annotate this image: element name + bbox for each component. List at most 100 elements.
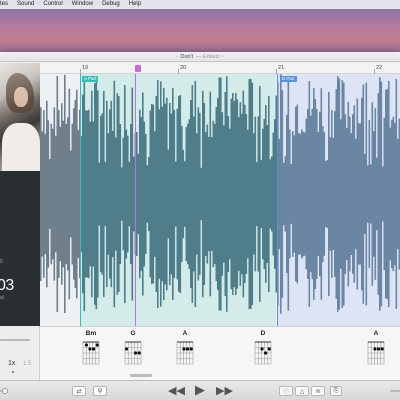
rewind-icon: ◀◀	[168, 385, 185, 397]
waveform-bar	[313, 88, 315, 300]
waveform-bar	[388, 80, 390, 308]
eq-button[interactable]: ≋	[311, 386, 325, 396]
speed-slider-track[interactable]	[0, 339, 30, 341]
chord-name: Bm	[85, 330, 97, 337]
speed-current[interactable]: 1x	[8, 360, 15, 367]
marker-a-part[interactable]: A Part	[82, 76, 99, 82]
waveform-bar	[386, 88, 389, 300]
waveform-bar	[182, 149, 185, 239]
marker-b-part[interactable]: B Part	[280, 76, 297, 82]
waveform-bar	[239, 102, 242, 286]
waveform-bar	[368, 119, 371, 269]
waveform-bar	[250, 78, 252, 310]
waveform-bar	[361, 97, 363, 291]
waveform-bar	[338, 78, 341, 310]
playhead-line	[135, 74, 136, 326]
finger-dot	[186, 347, 190, 351]
waveform-bar	[185, 127, 188, 261]
waveform-bar	[323, 132, 326, 256]
waveform-bar	[82, 94, 84, 294]
waveform-bar	[238, 117, 240, 271]
waveform-bar	[188, 119, 191, 269]
waveform-bar	[391, 119, 393, 269]
waveform-bar	[175, 161, 177, 227]
timeline-ruler[interactable]: 19 20 21 22	[40, 63, 400, 74]
loop-button[interactable]: ⇄	[72, 386, 86, 396]
waveform-bar	[355, 138, 357, 250]
waveform-bar	[371, 102, 374, 286]
waveform-bar	[97, 90, 99, 298]
waveform-bar	[331, 110, 333, 278]
waveform-bar	[124, 85, 126, 303]
edited-label[interactable]: — Edited ~	[196, 54, 223, 60]
volume-slider-knob[interactable]	[2, 388, 8, 394]
waveform-bar	[40, 107, 42, 281]
finger-dot	[377, 347, 381, 351]
waveform-bar	[308, 81, 311, 307]
tuning-button[interactable]: ψ	[93, 386, 107, 396]
finger-dot	[267, 347, 271, 351]
rewind-button[interactable]: ◀◀	[168, 384, 185, 398]
menu-item-window[interactable]: Window	[72, 0, 93, 9]
chord-a[interactable]: A	[174, 330, 196, 365]
waveform-bar	[121, 167, 123, 221]
waveform-bar	[184, 161, 186, 227]
play-button[interactable]: ▶	[195, 383, 205, 397]
waveform-bar	[248, 79, 251, 309]
waveform-bar	[298, 133, 300, 255]
waveform-bar	[209, 91, 212, 297]
menu-item-app[interactable]: tes	[0, 0, 8, 9]
waveform-bar	[154, 131, 156, 257]
waveform-bar	[91, 90, 93, 298]
waveform-bar	[364, 154, 366, 234]
loop-icon: ⇄	[76, 388, 82, 395]
waveform-bar	[281, 90, 284, 298]
waveform-bar	[349, 116, 351, 272]
waveform-bar	[380, 81, 383, 307]
chord-name: A	[182, 330, 188, 337]
waveform-bar	[221, 112, 224, 276]
waveform-bar	[325, 161, 327, 227]
waveform-bar	[197, 107, 200, 281]
waveform-bar	[301, 129, 303, 259]
waveform-bar	[166, 97, 168, 291]
waveform-bar	[52, 128, 54, 260]
waveform-bar	[68, 88, 71, 300]
waveform-bar	[169, 102, 171, 286]
waveform-bar	[118, 96, 120, 292]
waveform-bar	[205, 132, 207, 256]
waveform-bar	[76, 89, 78, 299]
speed-alt[interactable]: 1.5	[23, 361, 31, 367]
playhead-handle[interactable]	[135, 65, 141, 72]
chord-d[interactable]: D	[252, 330, 274, 365]
ruler-number: 21	[278, 65, 285, 71]
finger-dot	[95, 343, 99, 347]
chord-bm[interactable]: Bm	[80, 330, 102, 365]
waveform-area[interactable]: 19 20 21 22 A Part B Part	[40, 63, 400, 326]
waveform-bar	[389, 127, 392, 261]
time-label-small: 0	[0, 259, 3, 265]
menu-item-debug[interactable]: Debug	[102, 0, 120, 9]
waveform-bar	[112, 130, 114, 258]
waveform-graphic[interactable]	[40, 74, 400, 326]
zoom-slider-track[interactable]	[390, 390, 400, 392]
chord-g[interactable]: G	[122, 330, 144, 365]
ruler-number: 20	[180, 65, 187, 71]
waveform-bar	[335, 89, 338, 299]
fast-forward-button[interactable]: ▶▶	[216, 384, 233, 398]
waveform-bar	[356, 98, 359, 290]
menu-item-help[interactable]: Help	[129, 0, 141, 9]
chord-a[interactable]: A	[365, 330, 387, 365]
waveform-bar	[179, 95, 182, 293]
menu-item-control[interactable]: Control	[43, 0, 62, 9]
metronome-button[interactable]: △	[295, 386, 309, 396]
waveform-bar	[47, 120, 50, 268]
chord-scroll-handle[interactable]	[130, 374, 152, 377]
waveform-bar	[283, 162, 285, 226]
info-button[interactable]: ⓘ	[279, 386, 293, 396]
menu-item-sound[interactable]: Sound	[17, 0, 34, 9]
export-button[interactable]: ⎘	[330, 386, 342, 396]
waveform-bar	[187, 123, 189, 265]
finger-dot	[260, 347, 264, 351]
waveform-bar	[41, 131, 44, 257]
